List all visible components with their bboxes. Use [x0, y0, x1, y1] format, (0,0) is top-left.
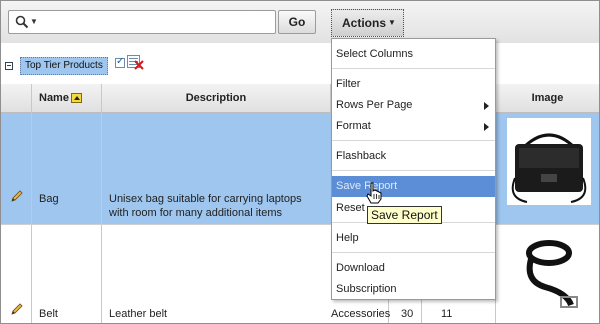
cell-description: Unisex bag suitable for carrying laptops… [109, 193, 302, 219]
cell-category: Accessories [331, 308, 391, 320]
header-image[interactable]: Image [496, 84, 599, 113]
remove-filter-icon[interactable] [127, 55, 145, 73]
cell-value: 11 [441, 308, 453, 320]
collapse-icon[interactable] [5, 62, 13, 70]
report-toolbar: ▼ Go Actions ▼ [1, 1, 599, 43]
sort-ascending-icon[interactable] [70, 93, 82, 104]
header-description[interactable]: Description [102, 84, 331, 113]
header-name[interactable]: Name [32, 84, 102, 113]
actions-button[interactable]: Actions ▼ [331, 9, 404, 37]
header-image-label: Image [531, 92, 564, 104]
search-input[interactable] [41, 13, 275, 33]
cell-description: Leather belt [109, 308, 168, 320]
header-name-label: Name [39, 92, 69, 104]
submenu-arrow-icon [484, 123, 489, 131]
table-row[interactable]: Belt Leather belt Accessories 30 11 [1, 224, 599, 323]
chevron-down-icon[interactable]: ▼ [30, 17, 38, 26]
menu-item-flashback[interactable]: Flashback [332, 146, 495, 167]
menu-item-rows-per-page[interactable]: Rows Per Page [332, 95, 495, 116]
table-row[interactable]: Bag Unisex bag suitable for carrying lap… [1, 113, 599, 224]
menu-item-label: Format [336, 120, 371, 132]
submenu-arrow-icon [484, 102, 489, 110]
header-description-label: Description [185, 92, 247, 104]
menu-item-label: Rows Per Page [336, 99, 413, 111]
actions-menu: Select Columns Filter Rows Per Page Form… [331, 38, 496, 300]
menu-item-filter[interactable]: Filter [332, 74, 495, 95]
belt-image [521, 231, 583, 311]
cell-name: Belt [39, 308, 58, 320]
pencil-icon[interactable] [10, 302, 24, 319]
pencil-icon[interactable] [10, 189, 24, 206]
magnifier-icon[interactable] [15, 15, 29, 32]
save-report-tooltip: Save Report [367, 206, 442, 224]
menu-item-help[interactable]: Help [332, 228, 495, 249]
cell-name: Bag [39, 193, 59, 205]
menu-item-download[interactable]: Download [332, 258, 495, 279]
menu-item-save-report[interactable]: Save Report [332, 176, 495, 197]
menu-item-format[interactable]: Format [332, 116, 495, 137]
hand-cursor-icon [365, 182, 383, 207]
menu-item-subscription[interactable]: Subscription [332, 279, 495, 300]
go-button[interactable]: Go [278, 10, 316, 34]
search-box[interactable]: ▼ [8, 10, 276, 34]
interactive-report: ▼ Go Actions ▼ Top Tier Products Name De… [0, 0, 600, 324]
header-edit [1, 84, 32, 113]
filter-enabled-checkbox[interactable] [115, 56, 125, 68]
actions-label: Actions [342, 16, 387, 30]
bag-image [507, 118, 591, 205]
saved-report-label[interactable]: Top Tier Products [20, 57, 108, 75]
cell-quantity: 30 [401, 308, 414, 320]
chevron-down-icon: ▼ [388, 18, 396, 27]
menu-item-select-columns[interactable]: Select Columns [332, 44, 495, 65]
